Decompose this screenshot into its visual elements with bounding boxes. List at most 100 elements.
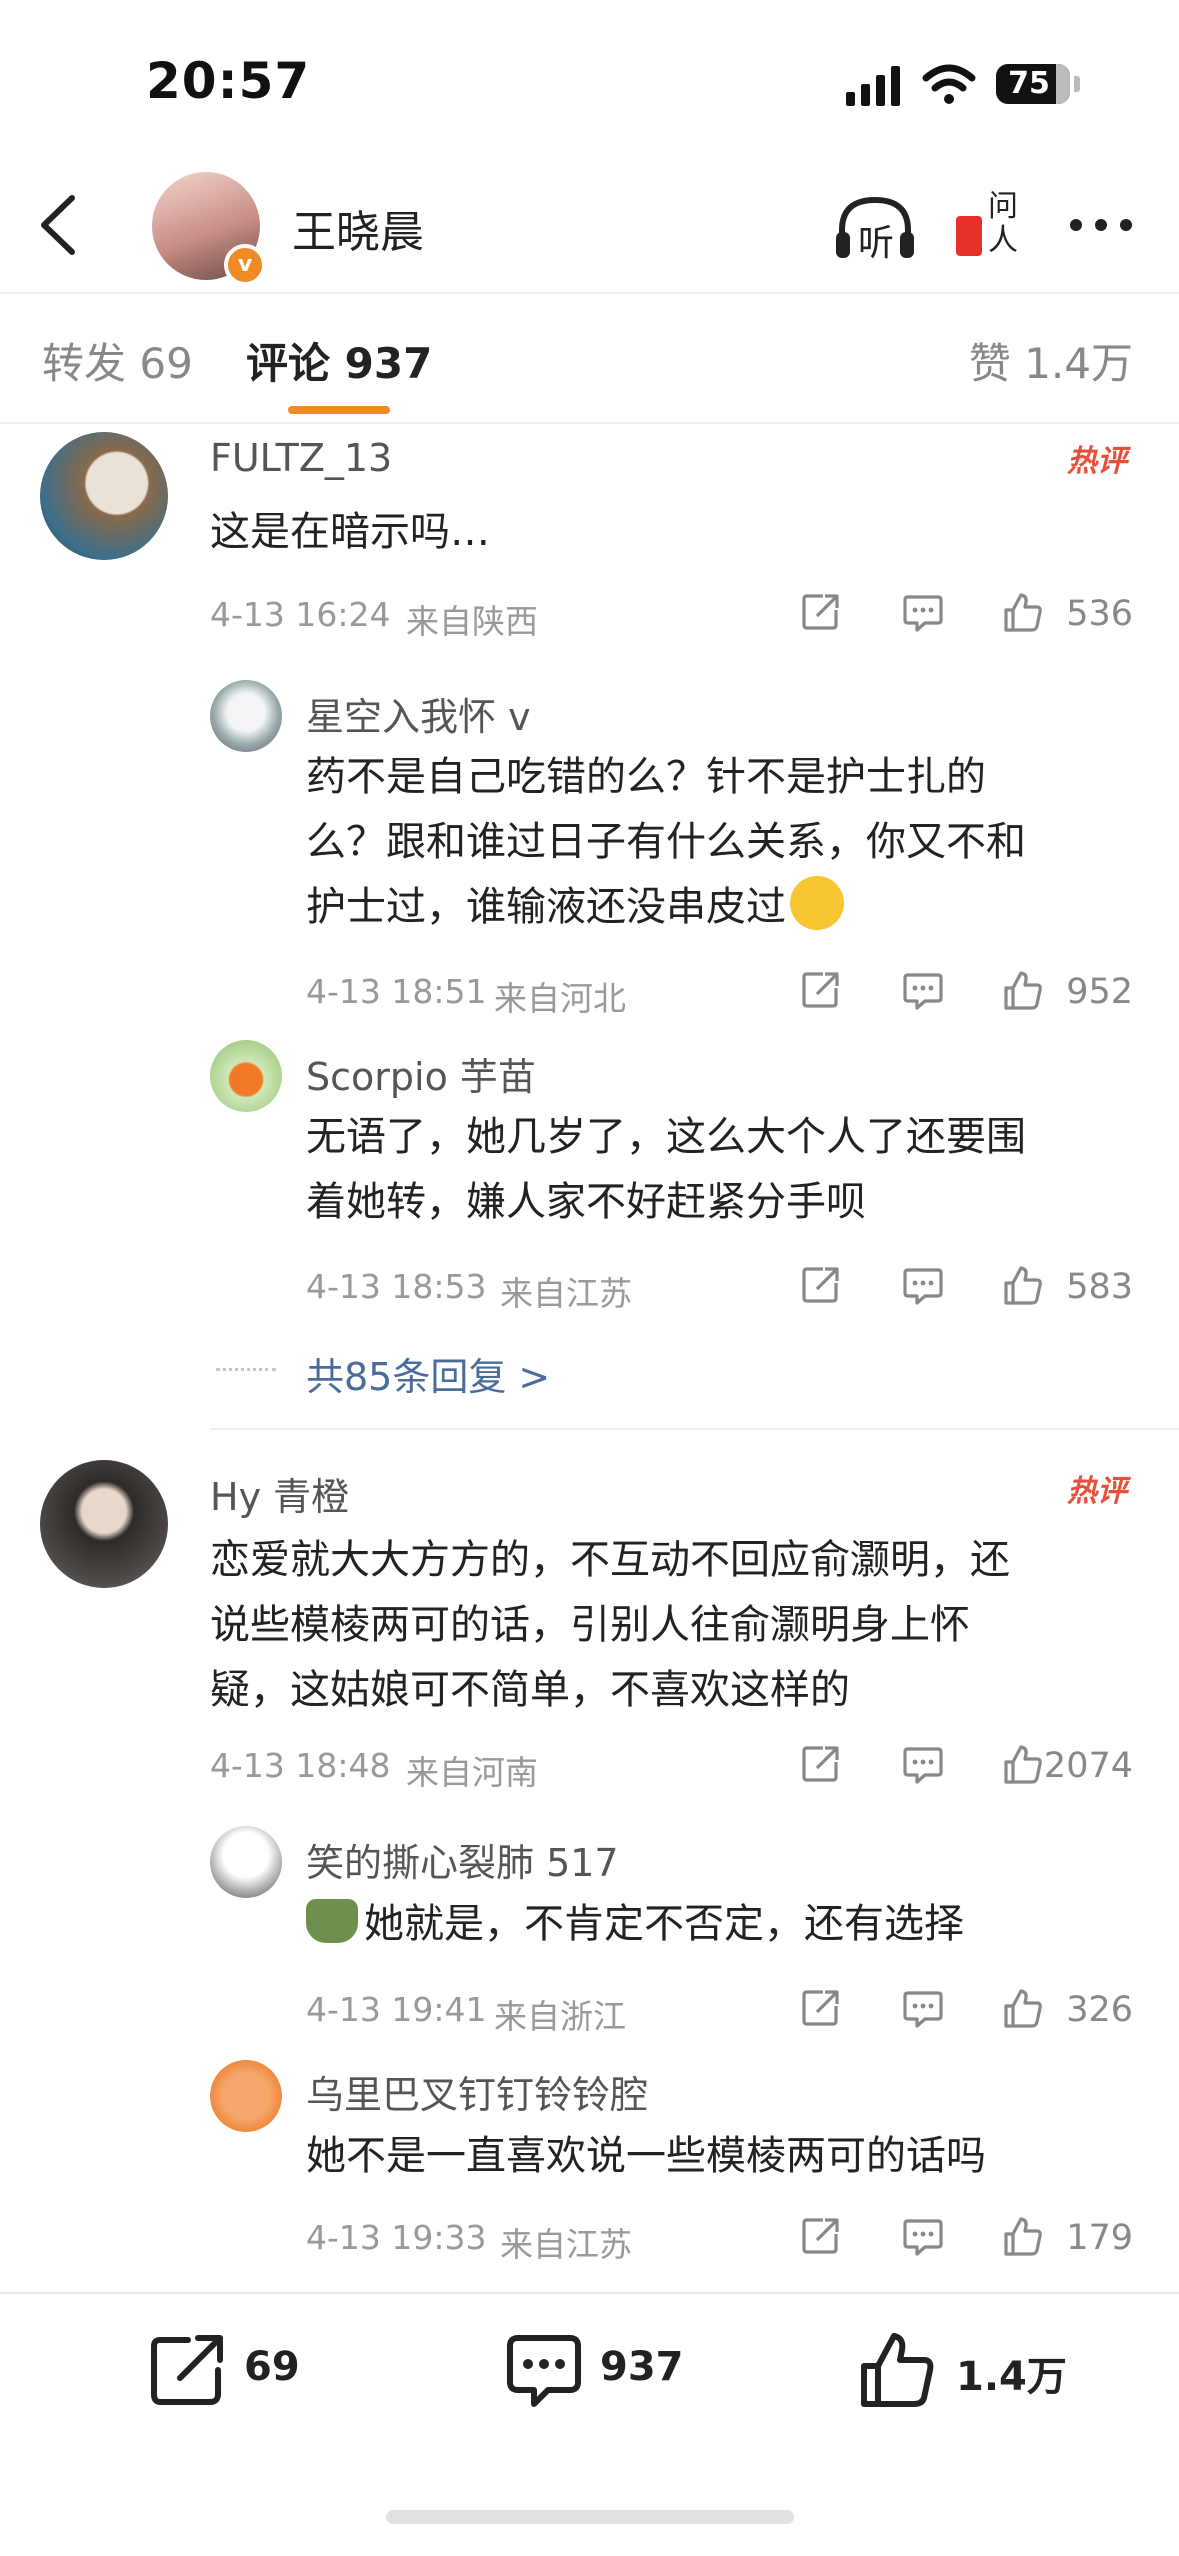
share-icon[interactable] — [801, 1988, 843, 2030]
tab-divider — [0, 422, 1179, 424]
like-thumb-icon[interactable] — [1003, 1265, 1045, 1307]
hot-comment-badge: 热评 — [1067, 444, 1127, 479]
reply-icon[interactable] — [903, 1265, 945, 1307]
header-divider — [0, 292, 1179, 294]
reply-username[interactable]: 星空入我怀 v — [306, 686, 531, 741]
reply-text-line: 么？跟和谁过日子有什么关系，你又不和 — [306, 819, 1026, 865]
comment-count[interactable]: 937 — [600, 2344, 684, 2390]
reply-icon[interactable] — [903, 1744, 945, 1786]
comment-text-line: 恋爱就大大方方的，不互动不回应俞灏明，还 — [210, 1537, 1010, 1583]
reply-avatar[interactable] — [210, 1826, 282, 1898]
replies-dots — [216, 1368, 276, 1371]
reply-icon[interactable] — [903, 2216, 945, 2258]
tab-repost[interactable]: 转发 69 — [42, 330, 193, 391]
reply-time: 4-13 18:51 — [306, 972, 487, 1011]
reply-location: 来自江苏 — [500, 1274, 632, 1313]
red-envelope-icon — [956, 216, 982, 256]
signal-icon — [846, 66, 900, 106]
comment-location: 来自河南 — [406, 1753, 538, 1792]
home-indicator — [386, 2510, 794, 2524]
reply-text-content: 她就是，不肯定不否定，还有选择 — [364, 1901, 964, 1947]
like-thumb-icon[interactable] — [1003, 2216, 1045, 2258]
reply-location: 来自江苏 — [500, 2225, 632, 2264]
reply-text-line: 护士过，谁输液还没串皮过 — [306, 875, 1026, 940]
reply-text: 无语了，她几岁了，这么大个人了还要围 着她转，嫌人家不好赶紧分手呗 — [306, 1105, 1026, 1235]
reply-avatar[interactable] — [210, 1040, 282, 1112]
hot-comment-badge: 热评 — [1067, 1474, 1127, 1509]
comment-avatar[interactable] — [40, 1460, 168, 1588]
like-count[interactable]: 536 — [1066, 594, 1133, 634]
like-count[interactable]: 1.4万 — [956, 2344, 1067, 2402]
tab-comment[interactable]: 评论 937 — [246, 330, 432, 391]
listen-button[interactable]: 听 — [830, 192, 920, 264]
reply-text-line: 无语了，她几岁了，这么大个人了还要围 — [306, 1114, 1026, 1160]
laughing-crying-emoji-icon — [790, 876, 844, 930]
like-thumb-icon[interactable] — [1003, 1744, 1045, 1786]
reply-location: 来自浙江 — [494, 1997, 626, 2036]
reply-text: 她不是一直喜欢说一些模棱两可的话吗 — [306, 2133, 986, 2179]
comment-icon[interactable] — [504, 2332, 584, 2410]
reply-text-line: 着她转，嫌人家不好赶紧分手呗 — [306, 1179, 866, 1225]
like-count[interactable]: 326 — [1066, 1990, 1133, 2030]
comment-text: 恋爱就大大方方的，不互动不回应俞灏明，还 说些模棱两可的话，引别人往俞灏明身上怀… — [210, 1528, 1010, 1723]
reply-icon[interactable] — [903, 1988, 945, 2030]
battery-icon: 75 — [996, 64, 1070, 104]
comment-text: 这是在暗示吗… — [210, 509, 490, 555]
share-icon[interactable] — [801, 2216, 843, 2258]
comment-text-line: 疑，这姑娘可不简单，不喜欢这样的 — [210, 1667, 850, 1713]
reply-username[interactable]: 乌里巴叉钉钉铃铃腔 — [306, 2064, 648, 2119]
comment-avatar[interactable] — [40, 432, 168, 560]
reply-text-line-content: 护士过，谁输液还没串皮过 — [306, 884, 786, 930]
like-thumb-icon[interactable] — [1003, 1988, 1045, 2030]
share-icon[interactable] — [801, 1265, 843, 1307]
share-icon[interactable] — [801, 592, 843, 634]
tea-emoji-icon — [306, 1899, 358, 1943]
more-replies-link[interactable]: 共85条回复 > — [306, 1346, 550, 1401]
bottom-bar-divider — [0, 2292, 1179, 2294]
reply-location: 来自河北 — [494, 979, 626, 1018]
reply-text: 药不是自己吃错的么？针不是护士扎的 么？跟和谁过日子有什么关系，你又不和 护士过… — [306, 745, 1026, 940]
comment-username[interactable]: Hy 青橙 — [210, 1466, 349, 1521]
ask-button[interactable]: 问人 — [952, 186, 1032, 266]
reply-time: 4-13 19:41 — [306, 1990, 487, 2029]
tab-active-indicator — [288, 406, 390, 414]
like-count[interactable]: 583 — [1066, 1267, 1133, 1307]
wifi-icon — [922, 64, 976, 104]
verified-badge-icon: v — [224, 244, 266, 286]
reply-username[interactable]: 笑的撕心裂肺 517 — [306, 1832, 619, 1887]
share-icon[interactable] — [801, 1744, 843, 1786]
battery-level: 75 — [1008, 66, 1050, 101]
listen-label: 听 — [858, 223, 895, 264]
comment-text-line: 说些模棱两可的话，引别人往俞灏明身上怀 — [210, 1602, 970, 1648]
reply-time: 4-13 18:53 — [306, 1267, 487, 1306]
repost-icon[interactable] — [148, 2332, 228, 2408]
reply-avatar[interactable] — [210, 2060, 282, 2132]
back-arrow-icon[interactable] — [30, 190, 90, 260]
more-options-icon[interactable] — [1066, 212, 1136, 238]
reply-username[interactable]: Scorpio 芋苗 — [306, 1046, 536, 1101]
battery-cap — [1074, 76, 1080, 92]
like-count[interactable]: 179 — [1066, 2218, 1133, 2258]
ask-label: 问人 — [988, 189, 1018, 258]
page-title: 王晓晨 — [292, 207, 424, 258]
comment-username[interactable]: FULTZ_13 — [210, 436, 392, 480]
reply-text-line: 药不是自己吃错的么？针不是护士扎的 — [306, 754, 986, 800]
reply-avatar[interactable] — [210, 680, 282, 752]
like-icon[interactable] — [858, 2330, 938, 2410]
comment-divider — [210, 1428, 1179, 1430]
like-thumb-icon[interactable] — [1003, 970, 1045, 1012]
comment-time: 4-13 16:24 — [210, 595, 391, 634]
reply-icon[interactable] — [903, 970, 945, 1012]
like-thumb-icon[interactable] — [1003, 592, 1045, 634]
comment-location: 来自陕西 — [406, 602, 538, 641]
repost-count[interactable]: 69 — [244, 2344, 300, 2390]
like-count[interactable]: 2074 — [1044, 1746, 1133, 1786]
share-icon[interactable] — [801, 970, 843, 1012]
reply-text: 她就是，不肯定不否定，还有选择 — [306, 1892, 964, 1957]
tab-likes[interactable]: 赞 1.4万 — [969, 330, 1133, 391]
status-time: 20:57 — [146, 52, 311, 110]
reply-time: 4-13 19:33 — [306, 2218, 487, 2257]
comment-time: 4-13 18:48 — [210, 1746, 391, 1785]
like-count[interactable]: 952 — [1066, 972, 1133, 1012]
reply-icon[interactable] — [903, 592, 945, 634]
